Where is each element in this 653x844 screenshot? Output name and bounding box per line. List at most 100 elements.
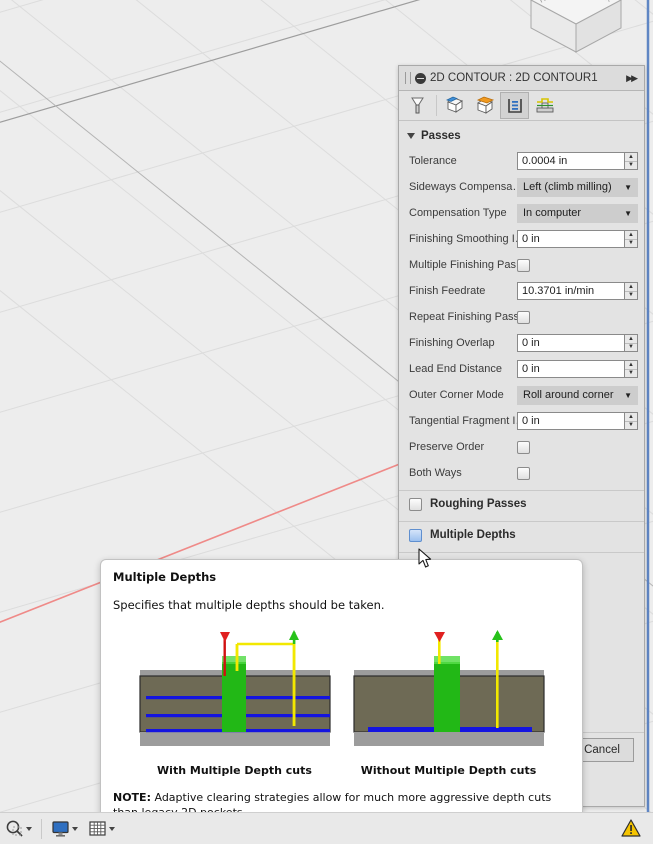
tab-linking[interactable] xyxy=(530,92,559,119)
operation-tabs[interactable] xyxy=(399,91,644,121)
spin-down-icon[interactable]: ▼ xyxy=(625,292,637,300)
group-label-roughing-passes: Roughing Passes xyxy=(430,498,527,510)
spin-up-icon[interactable]: ▲ xyxy=(625,361,637,370)
spin-up-icon[interactable]: ▲ xyxy=(625,153,637,162)
spinner-finishing-overlap[interactable]: ▲ ▼ xyxy=(625,334,638,352)
row-preserve-order[interactable]: Preserve Order xyxy=(399,434,644,460)
row-finishing-smoothing[interactable]: Finishing Smoothing I… 0 in ▲ ▼ xyxy=(399,226,644,252)
input-finishing-overlap[interactable]: 0 in xyxy=(517,334,625,352)
spin-down-icon[interactable]: ▼ xyxy=(625,370,637,378)
input-finish-feedrate[interactable]: 10.3701 in/min xyxy=(517,282,625,300)
row-lead-end-distance[interactable]: Lead End Distance 0 in ▲ ▼ xyxy=(399,356,644,382)
with-multiple-depth-figure xyxy=(135,626,334,754)
input-tangential-fragment[interactable]: 0 in xyxy=(517,412,625,430)
passes-stripes-icon xyxy=(507,98,522,113)
label-multiple-finishing-passes: Multiple Finishing Pas… xyxy=(409,259,517,271)
row-multiple-finishing-passes[interactable]: Multiple Finishing Pas… xyxy=(399,252,644,278)
chevron-down-icon[interactable] xyxy=(72,826,78,831)
select-value: Left (climb milling) xyxy=(523,181,612,193)
tab-tool[interactable] xyxy=(403,92,432,119)
chevron-down-icon[interactable] xyxy=(26,826,32,831)
row-repeat-finishing-pass[interactable]: Repeat Finishing Pass xyxy=(399,304,644,330)
spinner-tangential-fragment[interactable]: ▲ ▼ xyxy=(625,412,638,430)
divider xyxy=(399,552,644,553)
row-tolerance[interactable]: Tolerance 0.0004 in ▲ ▼ xyxy=(399,148,644,174)
checkbox-repeat-finishing-pass[interactable] xyxy=(517,310,530,324)
checkbox-roughing-passes[interactable] xyxy=(409,497,422,511)
input-lead-end-distance[interactable]: 0 in xyxy=(517,360,625,378)
spin-down-icon[interactable]: ▼ xyxy=(625,240,637,248)
spin-down-icon[interactable]: ▼ xyxy=(625,344,637,352)
grid-tool-button[interactable] xyxy=(83,817,120,841)
collapse-dot-icon[interactable] xyxy=(415,72,426,84)
chevron-down-icon[interactable] xyxy=(109,826,115,831)
label-outer-corner-mode: Outer Corner Mode xyxy=(409,389,504,401)
tab-geometry[interactable] xyxy=(440,92,469,119)
chevron-down-icon[interactable]: ▼ xyxy=(624,209,632,218)
spin-up-icon[interactable]: ▲ xyxy=(625,413,637,422)
label-tangential-fragment: Tangential Fragment I… xyxy=(409,415,517,427)
display-tool-button[interactable] xyxy=(46,817,83,841)
input-tolerance[interactable]: 0.0004 in xyxy=(517,152,625,170)
checkbox-multiple-finishing-passes[interactable] xyxy=(517,258,530,272)
expand-arrows-icon[interactable]: ▶▶ xyxy=(626,73,640,84)
spinner-finish-feedrate[interactable]: ▲ ▼ xyxy=(625,282,638,300)
chevron-down-icon[interactable]: ▼ xyxy=(624,183,632,192)
spin-up-icon[interactable]: ▲ xyxy=(625,335,637,344)
figure-caption: Without Multiple Depth cuts xyxy=(360,764,537,777)
orange-top-cube-icon xyxy=(476,96,494,114)
magnifier-icon xyxy=(6,820,23,837)
panel-titlebar[interactable]: 2D CONTOUR : 2D CONTOUR1 ▶▶ xyxy=(399,66,644,91)
checkbox-multiple-depths[interactable] xyxy=(409,528,422,542)
input-finishing-smoothing[interactable]: 0 in xyxy=(517,230,625,248)
row-both-ways[interactable]: Both Ways xyxy=(399,460,644,486)
status-separator xyxy=(41,818,42,839)
group-roughing-passes[interactable]: Roughing Passes xyxy=(399,491,644,517)
chevron-down-icon[interactable]: ▼ xyxy=(624,391,632,400)
select-sideways-compensation[interactable]: Left (climb milling) ▼ xyxy=(517,177,638,197)
chevron-down-icon[interactable] xyxy=(407,133,415,139)
spinner-tolerance[interactable]: ▲ ▼ xyxy=(625,152,638,170)
label-lead-end-distance: Lead End Distance xyxy=(409,363,502,375)
tab-separator xyxy=(436,95,437,116)
zoom-tool-button[interactable] xyxy=(0,817,37,841)
checkbox-both-ways[interactable] xyxy=(517,466,530,480)
row-outer-corner-mode[interactable]: Outer Corner Mode Roll around corner ▼ xyxy=(399,382,644,408)
row-compensation-type[interactable]: Compensation Type In computer ▼ xyxy=(399,200,644,226)
tooltip-description: Specifies that multiple depths should be… xyxy=(113,598,385,612)
select-value: In computer xyxy=(523,207,582,219)
section-header-passes[interactable]: Passes xyxy=(399,124,644,148)
panel-title: 2D CONTOUR : 2D CONTOUR1 xyxy=(430,72,598,84)
without-multiple-depth-figure xyxy=(349,626,548,754)
status-bar[interactable] xyxy=(0,812,653,844)
spin-up-icon[interactable]: ▲ xyxy=(625,231,637,240)
row-finish-feedrate[interactable]: Finish Feedrate 10.3701 in/min ▲ ▼ xyxy=(399,278,644,304)
tooltip-title: Multiple Depths xyxy=(113,570,217,584)
spin-down-icon[interactable]: ▼ xyxy=(625,162,637,170)
row-tangential-fragment[interactable]: Tangential Fragment I… 0 in ▲ ▼ xyxy=(399,408,644,434)
figure-with-multiple-depths: With Multiple Depth cuts xyxy=(135,626,334,777)
spin-up-icon[interactable]: ▲ xyxy=(625,283,637,292)
view-cube[interactable]: RIGHT BACK xyxy=(521,0,631,58)
spinner-finishing-smoothing[interactable]: ▲ ▼ xyxy=(625,230,638,248)
warning-indicator[interactable] xyxy=(617,816,645,840)
checkbox-preserve-order[interactable] xyxy=(517,440,530,454)
tab-heights[interactable] xyxy=(470,92,499,119)
label-finish-feedrate: Finish Feedrate xyxy=(409,285,486,297)
row-finishing-overlap[interactable]: Finishing Overlap 0 in ▲ ▼ xyxy=(399,330,644,356)
spinner-lead-end-distance[interactable]: ▲ ▼ xyxy=(625,360,638,378)
select-compensation-type[interactable]: In computer ▼ xyxy=(517,203,638,223)
tooltip-note-label: NOTE: xyxy=(113,791,151,804)
grid-icon xyxy=(89,821,106,836)
panel-drag-grip[interactable] xyxy=(405,72,411,84)
row-sideways-compensation[interactable]: Sideways Compensa… Left (climb milling) … xyxy=(399,174,644,200)
label-sideways-compensation: Sideways Compensa… xyxy=(409,181,517,193)
help-tooltip: Multiple Depths Specifies that multiple … xyxy=(100,559,583,836)
select-outer-corner-mode[interactable]: Roll around corner ▼ xyxy=(517,385,638,405)
group-multiple-depths[interactable]: Multiple Depths xyxy=(399,522,644,548)
label-finishing-smoothing: Finishing Smoothing I… xyxy=(409,233,517,245)
spin-down-icon[interactable]: ▼ xyxy=(625,422,637,430)
mouse-cursor xyxy=(418,548,432,568)
tab-passes[interactable] xyxy=(500,92,529,119)
tooltip-figures: With Multiple Depth cuts Without Multipl… xyxy=(113,626,570,777)
